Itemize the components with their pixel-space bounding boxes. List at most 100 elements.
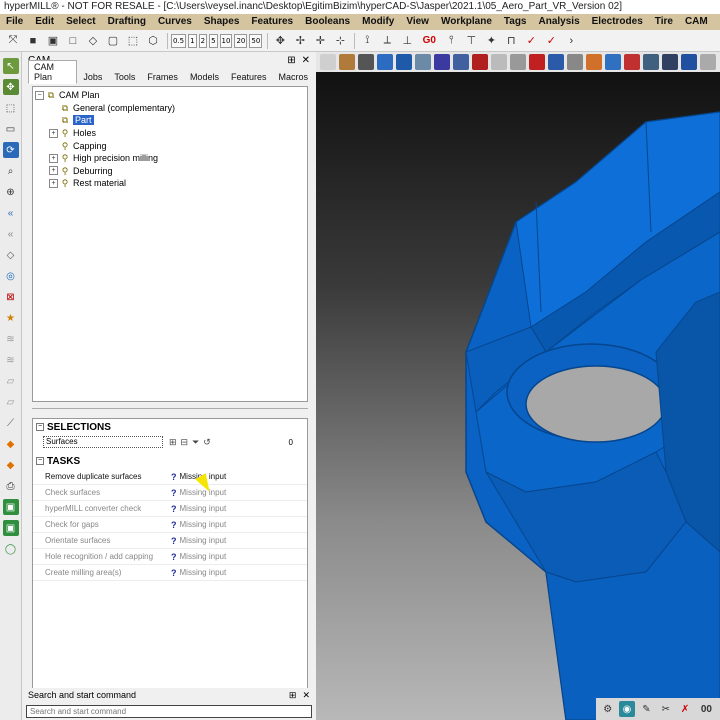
tool-holder-icon[interactable]: ⊓ xyxy=(502,32,520,50)
cube-shaded-icon[interactable]: ▣ xyxy=(44,32,62,50)
expand-icon[interactable]: + xyxy=(49,178,58,188)
tab-models[interactable]: Models xyxy=(184,70,225,84)
menu-analysis[interactable]: Analysis xyxy=(533,14,586,30)
edit-icon[interactable]: ✎ xyxy=(639,701,654,717)
menu-modify[interactable]: Modify xyxy=(356,14,400,30)
zoom-level-3[interactable]: 2 xyxy=(198,33,208,48)
task-row[interactable]: Remove duplicate surfaces? Missing input xyxy=(33,469,307,485)
axis-icon[interactable]: ⊥ xyxy=(398,32,416,50)
menu-help[interactable]: Help xyxy=(714,14,720,30)
cube-solid-icon[interactable]: ■ xyxy=(24,32,42,50)
box-select-icon[interactable]: ⬚ xyxy=(3,100,19,116)
panel-splitter[interactable] xyxy=(32,408,308,414)
cross-icon[interactable]: ✛ xyxy=(311,32,329,50)
tool-red-icon[interactable]: ✗ xyxy=(677,701,692,717)
cube-iso-icon[interactable]: ⬡ xyxy=(144,32,162,50)
milling-icon[interactable]: ⫯ xyxy=(442,32,460,50)
tree-root[interactable]: − ⧉ CAM Plan xyxy=(35,89,307,102)
menu-electrodes[interactable]: Electrodes xyxy=(586,14,649,30)
menu-features[interactable]: Features xyxy=(245,14,299,30)
tree-item[interactable]: + ⚲ High precision milling xyxy=(35,152,307,165)
zoom-level-7[interactable]: 50 xyxy=(249,33,263,48)
cube-side-icon[interactable]: ⬚ xyxy=(124,32,142,50)
surface-alt-icon[interactable]: ▱ xyxy=(3,394,19,410)
pin-icon[interactable]: ⊞ xyxy=(287,55,295,66)
task-row[interactable]: Hole recognition / add capping? Missing i… xyxy=(33,549,307,565)
funnel-icon[interactable]: ⏷ xyxy=(192,437,199,448)
select-icon[interactable]: ↖ xyxy=(2,58,19,74)
cube-front-icon[interactable]: ◇ xyxy=(84,32,102,50)
close-icon[interactable]: ⊠ xyxy=(3,289,19,305)
check-icon[interactable]: ✓ xyxy=(522,32,540,50)
refresh-icon[interactable]: ⟳ xyxy=(2,142,19,158)
tree-item[interactable]: ⧉ General (complementary) xyxy=(35,102,307,115)
menu-shapes[interactable]: Shapes xyxy=(198,14,246,30)
zoom-icon[interactable]: ⌕ xyxy=(3,163,19,179)
zoom-fit-icon[interactable]: ⊕ xyxy=(3,184,19,200)
selection-row-surfaces[interactable]: Surfaces ⊞ ⊟ ⏷ ↺ 0 xyxy=(33,435,307,449)
point-icon[interactable]: ⊹ xyxy=(331,32,349,50)
circle-green-icon[interactable]: ◯ xyxy=(3,541,19,557)
menu-workplane[interactable]: Workplane xyxy=(435,14,498,30)
probe-icon[interactable]: ⟂ xyxy=(378,32,396,50)
collapse-icon[interactable]: − xyxy=(35,90,44,100)
diamond-icon[interactable]: ◇ xyxy=(3,247,19,263)
close-icon[interactable]: ✕ xyxy=(302,55,310,66)
double-arrow-icon[interactable]: « xyxy=(3,205,19,221)
menu-tire[interactable]: Tire xyxy=(649,14,679,30)
menu-select[interactable]: Select xyxy=(60,14,101,30)
menu-edit[interactable]: Edit xyxy=(29,14,60,30)
view-label[interactable]: 00 xyxy=(697,701,716,717)
zoom-level-6[interactable]: 20 xyxy=(234,33,248,48)
cube-top-icon[interactable]: ▢ xyxy=(104,32,122,50)
move-icon[interactable]: ✥ xyxy=(2,79,19,95)
select-surfaces-icon[interactable]: ⊞ xyxy=(169,437,177,448)
reset-icon[interactable]: ↺ xyxy=(203,437,211,448)
menu-drafting[interactable]: Drafting xyxy=(102,14,152,30)
3d-viewport[interactable]: ⚙ ◉ ✎ ✂ ✗ 00 xyxy=(316,52,720,720)
rotate-icon[interactable]: ⤧ xyxy=(4,32,22,50)
target-icon[interactable]: ◎ xyxy=(3,268,19,284)
star-tool-icon[interactable]: ✦ xyxy=(482,32,500,50)
zoom-level-4[interactable]: 5 xyxy=(209,33,218,48)
star-icon[interactable]: ★ xyxy=(3,310,19,326)
zoom-level-5[interactable]: 10 xyxy=(219,33,233,48)
drill-icon[interactable]: ⊤ xyxy=(462,32,480,50)
task-row[interactable]: Orientate surfaces? Missing input xyxy=(33,533,307,549)
task-row[interactable]: hyperMILL converter check? Missing input xyxy=(33,501,307,517)
menu-cam[interactable]: CAM xyxy=(679,14,714,30)
expand-icon[interactable]: + xyxy=(49,153,58,163)
fill-icon[interactable]: ◆ xyxy=(3,436,19,452)
move-icon[interactable]: ✥ xyxy=(271,32,289,50)
layers-alt-icon[interactable]: ≋ xyxy=(3,352,19,368)
task-row[interactable]: Check surfaces ? Missing input xyxy=(33,485,307,501)
part-model[interactable] xyxy=(316,52,720,720)
globe-icon[interactable]: ◉ xyxy=(619,701,635,717)
double-arrow-alt-icon[interactable]: « xyxy=(3,226,19,242)
close-icon[interactable]: ✕ xyxy=(302,690,310,701)
check-alt-icon[interactable]: ✓ xyxy=(542,32,560,50)
tab-cam-plan[interactable]: CAM Plan xyxy=(28,60,78,84)
fill-alt-icon[interactable]: ◆ xyxy=(3,457,19,473)
g0-icon[interactable]: G0 xyxy=(418,32,440,50)
chevron-right-icon[interactable]: › xyxy=(562,32,580,50)
task-row[interactable]: Check for gaps? Missing input xyxy=(33,517,307,533)
frame-icon[interactable]: ▭ xyxy=(3,121,19,137)
tree-item[interactable]: + ⚲ Holes xyxy=(35,127,307,140)
command-search-input[interactable] xyxy=(26,705,312,718)
frame-green-alt-icon[interactable]: ▣ xyxy=(2,520,19,536)
zoom-level-1[interactable]: 0.5 xyxy=(171,33,187,48)
menu-view[interactable]: View xyxy=(400,14,435,30)
tab-tools[interactable]: Tools xyxy=(108,70,141,84)
tree-item[interactable]: + ⚲ Rest material xyxy=(35,177,307,190)
cube-wire-icon[interactable]: □ xyxy=(64,32,82,50)
tree-item[interactable]: ⧉ Part xyxy=(35,114,307,127)
snap-icon[interactable]: ✢ xyxy=(291,32,309,50)
tab-frames[interactable]: Frames xyxy=(141,70,184,84)
tab-macros[interactable]: Macros xyxy=(272,70,314,84)
print-icon[interactable]: ⎙ xyxy=(3,478,19,494)
menu-curves[interactable]: Curves xyxy=(152,14,198,30)
tool-path-icon[interactable]: ⟟ xyxy=(358,32,376,50)
menu-file[interactable]: File xyxy=(0,14,29,30)
frame-green-icon[interactable]: ▣ xyxy=(2,499,19,515)
